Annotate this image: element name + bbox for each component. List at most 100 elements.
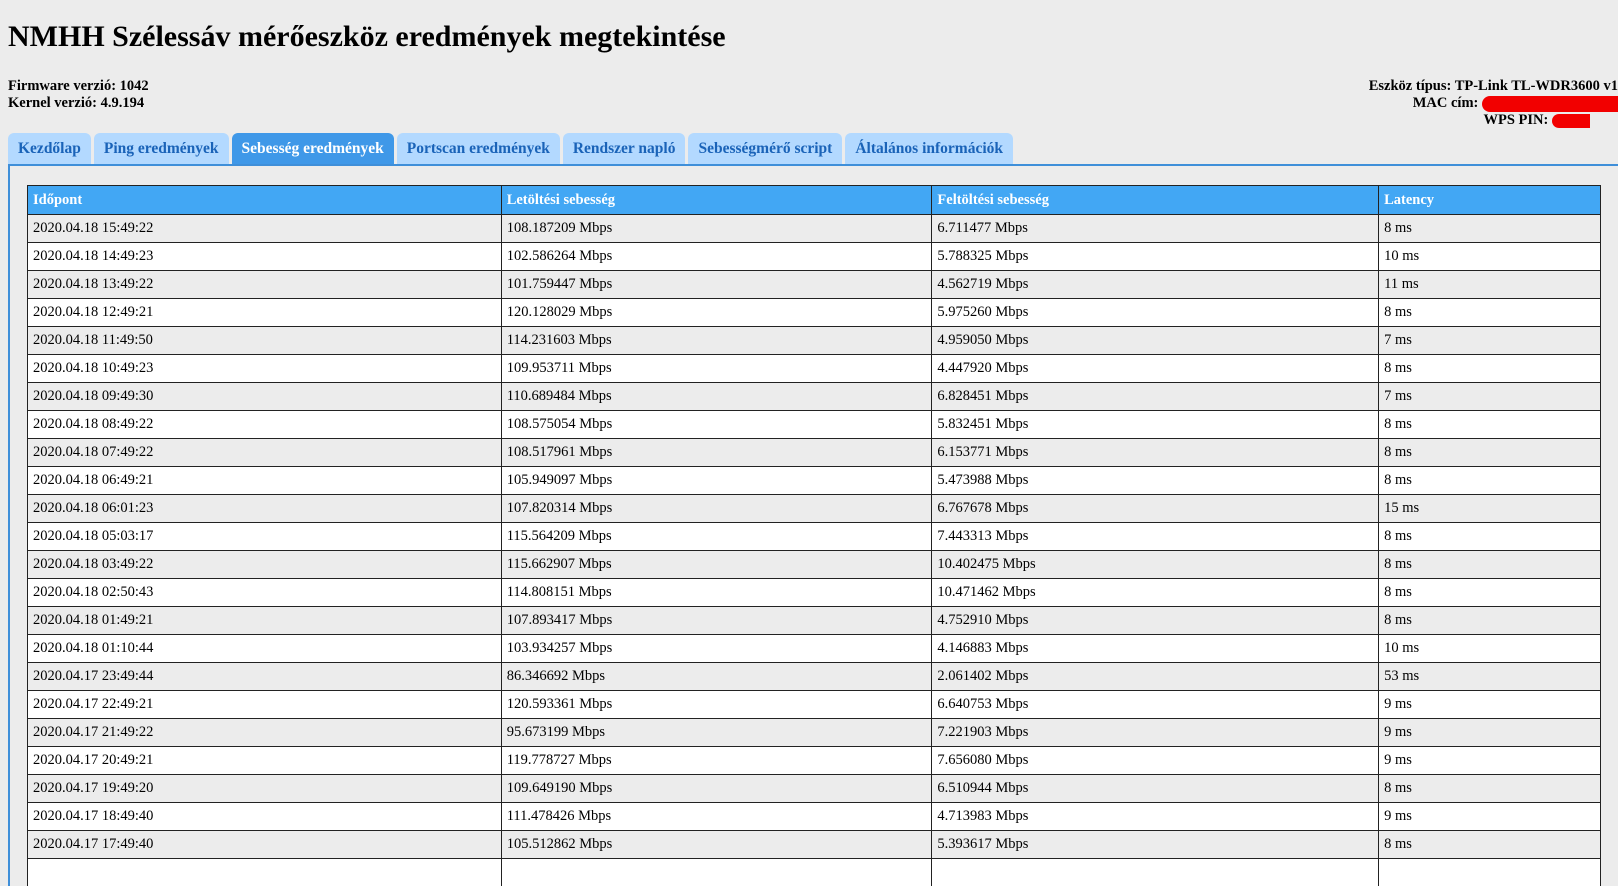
firmware-version: Firmware verzió: 1042 bbox=[8, 78, 149, 95]
tab-speedtest-script[interactable]: Sebességmérő script bbox=[688, 133, 843, 164]
cell-latency: 8 ms bbox=[1378, 354, 1601, 383]
tab-home[interactable]: Kezdőlap bbox=[8, 133, 91, 164]
cell-upload: 7.443313 Mbps bbox=[931, 522, 1380, 551]
cell-upload: 7.221903 Mbps bbox=[931, 718, 1380, 747]
cell-time: 2020.04.18 09:49:30 bbox=[27, 382, 502, 411]
cell-latency: 8 ms bbox=[1378, 550, 1601, 579]
wps-pin: WPS PIN: bbox=[1218, 112, 1618, 129]
cell-upload: 4.713983 Mbps bbox=[931, 802, 1380, 831]
table-row: 2020.04.18 03:49:22 115.662907 Mbps 10.402… bbox=[27, 550, 1601, 579]
table-row: 2020.04.17 19:49:20 109.649190 Mbps 6.5109… bbox=[27, 774, 1601, 803]
table-row: 2020.04.17 20:49:21 119.778727 Mbps 7.6560… bbox=[27, 746, 1601, 775]
cell-latency: 15 ms bbox=[1378, 494, 1601, 523]
table-row bbox=[27, 858, 1601, 886]
header-time: Időpont bbox=[27, 185, 502, 215]
table-row: 2020.04.18 12:49:21 120.128029 Mbps 5.9752… bbox=[27, 298, 1601, 327]
table-row: 2020.04.18 14:49:23 102.586264 Mbps 5.7883… bbox=[27, 242, 1601, 271]
cell-time: 2020.04.18 06:49:21 bbox=[27, 466, 502, 495]
header-download: Letöltési sebesség bbox=[500, 185, 933, 215]
table-row: 2020.04.18 11:49:50 114.231603 Mbps 4.9590… bbox=[27, 326, 1601, 355]
cell-latency: 8 ms bbox=[1378, 774, 1601, 803]
tab-ping-results[interactable]: Ping eredmények bbox=[93, 133, 229, 164]
table-row: 2020.04.18 08:49:22 108.575054 Mbps 5.8324… bbox=[27, 410, 1601, 439]
cell-time: 2020.04.18 03:49:22 bbox=[27, 550, 502, 579]
device-type-label: Eszköz típus: bbox=[1368, 78, 1452, 94]
cell-time: 2020.04.18 14:49:23 bbox=[27, 242, 502, 271]
cell-download: 107.893417 Mbps bbox=[500, 606, 933, 635]
cell-latency: 9 ms bbox=[1378, 690, 1601, 719]
device-type-value: TP-Link TL-WDR3600 v1 bbox=[1454, 78, 1618, 94]
table-row: 2020.04.18 06:01:23 107.820314 Mbps 6.7676… bbox=[27, 494, 1601, 523]
table-row: 2020.04.17 18:49:40 111.478426 Mbps 4.7139… bbox=[27, 802, 1601, 831]
cell-time: 2020.04.17 17:49:40 bbox=[27, 830, 502, 859]
cell-time: 2020.04.18 15:49:22 bbox=[27, 214, 502, 243]
cell-latency: 10 ms bbox=[1378, 242, 1601, 271]
cell-download: 101.759447 Mbps bbox=[500, 270, 933, 299]
cell-latency: 8 ms bbox=[1378, 606, 1601, 635]
cell-time: 2020.04.18 10:49:23 bbox=[27, 354, 502, 383]
cell-time: 2020.04.18 01:10:44 bbox=[27, 634, 502, 663]
kernel-version: Kernel verzió: 4.9.194 bbox=[8, 95, 149, 112]
tab-system-log[interactable]: Rendszer napló bbox=[562, 133, 686, 164]
cell-latency: 10 ms bbox=[1378, 634, 1601, 663]
tab-speed-results[interactable]: Sebesség eredmények bbox=[231, 133, 394, 164]
table-row: 2020.04.18 09:49:30 110.689484 Mbps 6.8284… bbox=[27, 382, 1601, 411]
cell-time bbox=[27, 858, 502, 886]
cell-latency: 9 ms bbox=[1378, 746, 1601, 775]
cell-upload: 4.752910 Mbps bbox=[931, 606, 1380, 635]
cell-time: 2020.04.17 21:49:22 bbox=[27, 718, 502, 747]
cell-download: 95.673199 Mbps bbox=[500, 718, 933, 747]
cell-upload: 2.061402 Mbps bbox=[931, 662, 1380, 691]
cell-download: 107.820314 Mbps bbox=[500, 494, 933, 523]
cell-download: 105.949097 Mbps bbox=[500, 466, 933, 495]
cell-upload: 6.153771 Mbps bbox=[931, 438, 1380, 467]
table-row: 2020.04.18 02:50:43 114.808151 Mbps 10.471… bbox=[27, 578, 1601, 607]
cell-upload: 10.402475 Mbps bbox=[931, 550, 1380, 579]
cell-time: 2020.04.17 23:49:44 bbox=[27, 662, 502, 691]
cell-download: 86.346692 Mbps bbox=[500, 662, 933, 691]
results-panel: Időpont Letöltési sebesség Feltöltési se… bbox=[8, 164, 1618, 886]
cell-latency: 11 ms bbox=[1378, 270, 1601, 299]
cell-download: 103.934257 Mbps bbox=[500, 634, 933, 663]
device-info: Eszköz típus: TP-Link TL-WDR3600 v1 MAC … bbox=[1218, 78, 1618, 129]
cell-upload: 5.788325 Mbps bbox=[931, 242, 1380, 271]
table-row: 2020.04.18 07:49:22 108.517961 Mbps 6.1537… bbox=[27, 438, 1601, 467]
cell-download: 108.575054 Mbps bbox=[500, 410, 933, 439]
cell-download: 119.778727 Mbps bbox=[500, 746, 933, 775]
cell-download: 105.512862 Mbps bbox=[500, 830, 933, 859]
cell-latency: 7 ms bbox=[1378, 326, 1601, 355]
tab-general-info[interactable]: Általános információk bbox=[845, 133, 1014, 164]
tab-portscan-results[interactable]: Portscan eredmények bbox=[396, 133, 560, 164]
cell-upload: 4.959050 Mbps bbox=[931, 326, 1380, 355]
cell-latency: 8 ms bbox=[1378, 522, 1601, 551]
cell-download: 115.564209 Mbps bbox=[500, 522, 933, 551]
wps-label: WPS PIN: bbox=[1483, 112, 1549, 128]
speed-results-table: Időpont Letöltési sebesség Feltöltési se… bbox=[27, 185, 1601, 886]
cell-download: 108.187209 Mbps bbox=[500, 214, 933, 243]
cell-time: 2020.04.18 13:49:22 bbox=[27, 270, 502, 299]
cell-upload: 6.828451 Mbps bbox=[931, 382, 1380, 411]
cell-upload: 10.471462 Mbps bbox=[931, 578, 1380, 607]
cell-time: 2020.04.18 06:01:23 bbox=[27, 494, 502, 523]
cell-time: 2020.04.17 20:49:21 bbox=[27, 746, 502, 775]
table-row: 2020.04.18 13:49:22 101.759447 Mbps 4.5627… bbox=[27, 270, 1601, 299]
cell-upload: 6.711477 Mbps bbox=[931, 214, 1380, 243]
cell-time: 2020.04.18 11:49:50 bbox=[27, 326, 502, 355]
cell-time: 2020.04.18 02:50:43 bbox=[27, 578, 502, 607]
mac-address: MAC cím: bbox=[1218, 95, 1618, 112]
wps-redaction bbox=[1552, 113, 1590, 128]
cell-latency: 8 ms bbox=[1378, 298, 1601, 327]
cell-upload: 4.562719 Mbps bbox=[931, 270, 1380, 299]
cell-upload: 6.640753 Mbps bbox=[931, 690, 1380, 719]
cell-latency: 8 ms bbox=[1378, 830, 1601, 859]
cell-time: 2020.04.17 22:49:21 bbox=[27, 690, 502, 719]
cell-latency: 8 ms bbox=[1378, 466, 1601, 495]
cell-upload: 4.146883 Mbps bbox=[931, 634, 1380, 663]
table-row: 2020.04.18 10:49:23 109.953711 Mbps 4.4479… bbox=[27, 354, 1601, 383]
cell-upload: 6.510944 Mbps bbox=[931, 774, 1380, 803]
cell-time: 2020.04.18 07:49:22 bbox=[27, 438, 502, 467]
cell-download: 120.593361 Mbps bbox=[500, 690, 933, 719]
cell-upload: 5.473988 Mbps bbox=[931, 466, 1380, 495]
cell-download: 102.586264 Mbps bbox=[500, 242, 933, 271]
table-row: 2020.04.18 05:03:17 115.564209 Mbps 7.4433… bbox=[27, 522, 1601, 551]
